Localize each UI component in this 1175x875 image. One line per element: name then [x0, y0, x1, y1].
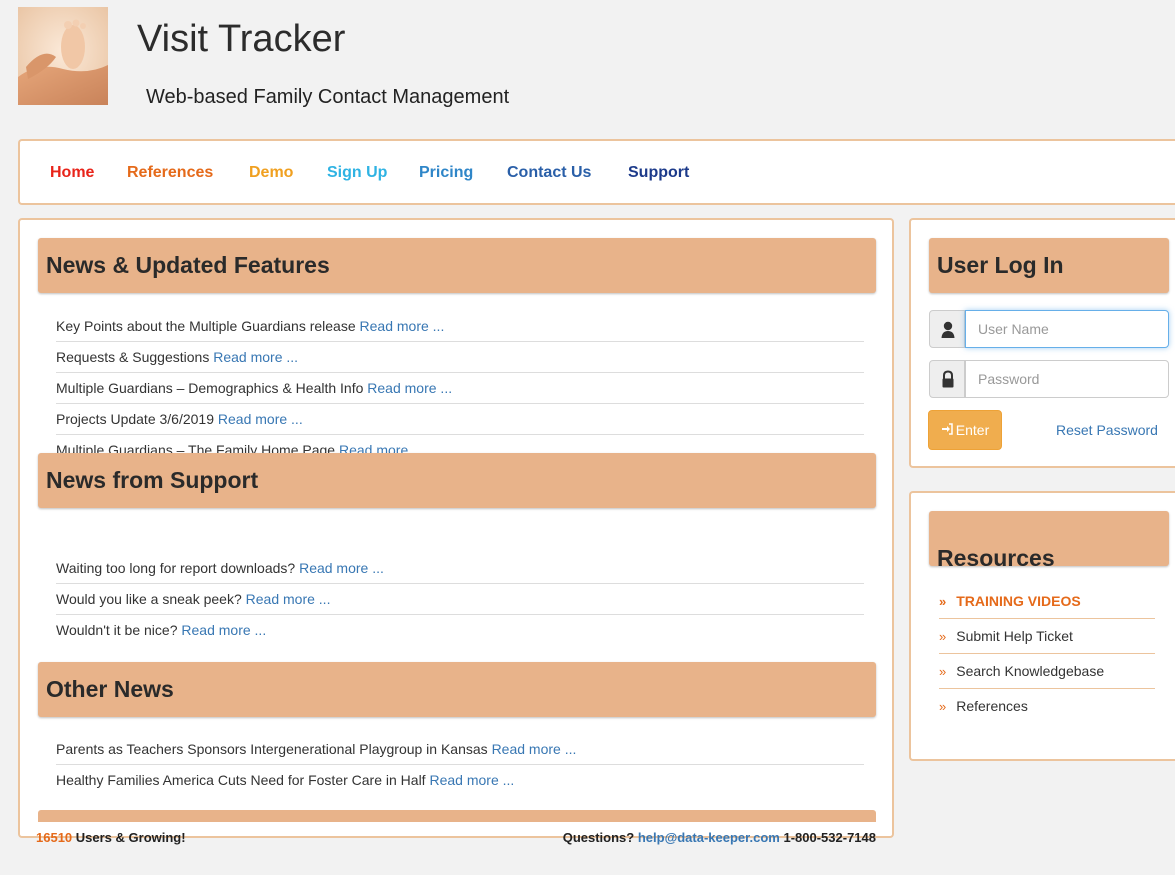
nav-demo[interactable]: Demo: [249, 164, 293, 182]
contact-info: Questions? help@data-keeper.com 1-800-53…: [563, 830, 876, 845]
read-more-link[interactable]: Read more ...: [492, 741, 577, 757]
chevron-right-icon: »: [939, 699, 947, 714]
news-item-text: Parents as Teachers Sponsors Intergenera…: [56, 741, 492, 757]
username-group: [929, 310, 1171, 348]
resource-label: TRAINING VIDEOS: [956, 593, 1081, 609]
read-more-link[interactable]: Read more ...: [429, 772, 514, 788]
chevron-right-icon: »: [939, 664, 947, 679]
news-item: Projects Update 3/6/2019 Read more ...: [56, 404, 864, 435]
questions-label: Questions?: [562, 830, 638, 845]
news-item-text: Waiting too long for report downloads?: [56, 560, 300, 576]
read-more-link[interactable]: Read more ...: [246, 591, 331, 607]
user-count: 16510: [36, 830, 73, 845]
enter-button[interactable]: Enter: [928, 410, 1002, 450]
nav-support[interactable]: Support: [628, 164, 689, 182]
user-count-text: 16510 Users & Growing!: [36, 830, 186, 845]
login-title: User Log In: [937, 252, 1064, 278]
news-panel: News & Updated Features Key Points about…: [18, 218, 894, 845]
news-item-text: Would you like a sneak peek?: [56, 591, 246, 607]
app-title: Visit Tracker: [137, 18, 346, 60]
login-header: User Log In: [929, 238, 1169, 293]
password-input[interactable]: [965, 360, 1169, 398]
news-item: Would you like a sneak peek? Read more .…: [56, 584, 864, 615]
news-item: Key Points about the Multiple Guardians …: [56, 311, 864, 342]
nav-references[interactable]: References: [127, 164, 213, 182]
read-more-link[interactable]: Read more ...: [367, 380, 452, 396]
news-item: Multiple Guardians – Demographics & Heal…: [56, 373, 864, 404]
main-nav: Home References Demo Sign Up Pricing Con…: [18, 139, 1175, 205]
news-item-text: Healthy Families America Cuts Need for F…: [56, 772, 430, 788]
footer-divider: [38, 810, 876, 822]
news-item: Waiting too long for report downloads? R…: [56, 553, 864, 584]
app-subtitle: Web-based Family Contact Management: [146, 86, 510, 108]
news-item-text: Projects Update 3/6/2019: [56, 411, 218, 427]
news-item: Healthy Families America Cuts Need for F…: [56, 765, 864, 795]
nav-pricing[interactable]: Pricing: [419, 164, 473, 182]
password-group: [929, 360, 1171, 398]
user-icon: [929, 310, 965, 348]
news-item-text: Multiple Guardians – Demographics & Heal…: [56, 380, 368, 396]
lock-icon: [929, 360, 965, 398]
login-panel: User Log In Enter Reset Password: [909, 218, 1175, 468]
read-more-link[interactable]: Read more ...: [181, 622, 266, 638]
section-title: News from Support: [46, 467, 259, 493]
resource-references[interactable]: » References: [939, 689, 1155, 723]
section-title: Other News: [46, 676, 174, 702]
resources-title: Resources: [937, 545, 1055, 571]
resource-label: Submit Help Ticket: [956, 628, 1073, 644]
read-more-link[interactable]: Read more ...: [360, 318, 445, 334]
logo: [18, 7, 108, 105]
chevron-right-icon: »: [939, 629, 947, 644]
nav-home[interactable]: Home: [50, 164, 94, 182]
news-item: Parents as Teachers Sponsors Intergenera…: [56, 734, 864, 765]
news-item: Wouldn't it be nice? Read more ...: [56, 615, 864, 645]
reset-password-link[interactable]: Reset Password: [1056, 422, 1158, 438]
news-item-text: Wouldn't it be nice?: [56, 622, 182, 638]
read-more-link[interactable]: Read more ...: [299, 560, 384, 576]
section-header-other: Other News: [38, 662, 876, 717]
news-item-text: Key Points about the Multiple Guardians …: [56, 318, 360, 334]
section-header-features: News & Updated Features: [38, 238, 876, 293]
resource-search-knowledgebase[interactable]: » Search Knowledgebase: [939, 654, 1155, 689]
nav-sign-up[interactable]: Sign Up: [327, 164, 387, 182]
resources-panel: Resources » TRAINING VIDEOS » Submit Help …: [909, 491, 1175, 761]
users-growing-label: Users & Growing!: [72, 830, 186, 845]
support-email-link[interactable]: help@data-keeper.com: [638, 830, 780, 845]
news-item-text: Requests & Suggestions: [56, 349, 214, 365]
nav-contact-us[interactable]: Contact Us: [507, 164, 591, 182]
section-header-support: News from Support: [38, 453, 876, 508]
resource-training-videos[interactable]: » TRAINING VIDEOS: [939, 584, 1155, 619]
resource-label: References: [956, 698, 1028, 714]
resources-header: Resources: [929, 511, 1169, 571]
sign-in-icon: [941, 422, 953, 438]
read-more-link[interactable]: Read more ...: [218, 411, 303, 427]
resource-submit-help-ticket[interactable]: » Submit Help Ticket: [939, 619, 1155, 654]
support-phone: 1-800-532-7148: [779, 830, 876, 845]
enter-label: Enter: [955, 422, 990, 438]
username-input[interactable]: [965, 310, 1169, 348]
read-more-link[interactable]: Read more ...: [213, 349, 298, 365]
resource-label: Search Knowledgebase: [956, 663, 1105, 679]
chevron-right-icon: »: [939, 594, 947, 609]
section-title: News & Updated Features: [46, 252, 330, 278]
news-item: Requests & Suggestions Read more ...: [56, 342, 864, 373]
